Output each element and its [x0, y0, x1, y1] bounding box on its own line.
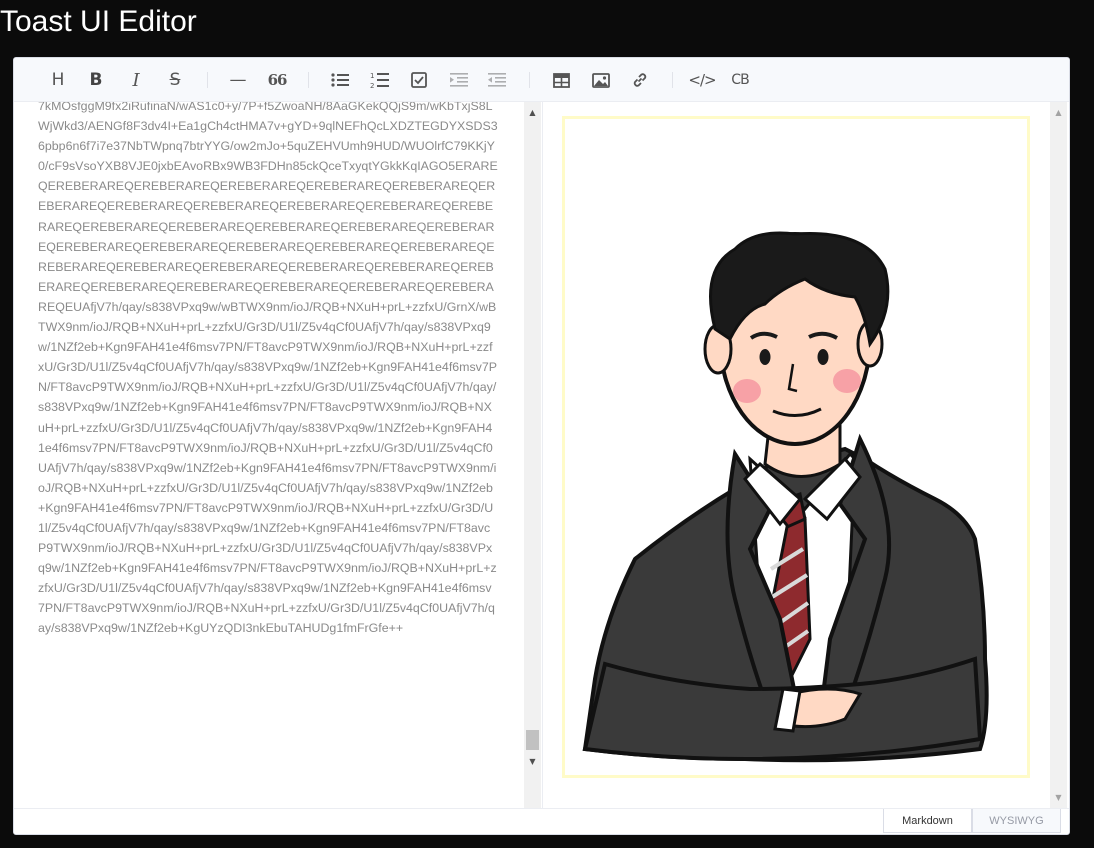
outdent-button[interactable] [483, 66, 511, 94]
scroll-down-arrow-icon[interactable]: ▼ [524, 753, 541, 770]
image-icon [592, 72, 610, 88]
code-icon: </> [688, 71, 716, 89]
scroll-up-arrow-icon[interactable]: ▲ [1050, 104, 1067, 121]
businessman-illustration [582, 231, 989, 763]
indent-button[interactable] [445, 66, 473, 94]
link-icon [633, 73, 647, 87]
codeblock-button[interactable]: CB [726, 66, 754, 94]
heading-button[interactable]: H [44, 66, 72, 94]
scroll-down-arrow-icon[interactable]: ▼ [1050, 789, 1067, 806]
toolbar-divider [308, 72, 309, 88]
toolbar-divider [672, 72, 673, 88]
indent-icon [450, 73, 468, 87]
toolbar-divider [529, 72, 530, 88]
italic-icon: I [132, 69, 140, 91]
link-button[interactable] [626, 66, 654, 94]
markdown-mode-tab[interactable]: Markdown [883, 809, 972, 833]
bullet-list-icon [331, 73, 349, 87]
preview-scrollbar[interactable]: ▲ ▼ [1050, 102, 1067, 808]
strike-icon: S [169, 70, 181, 90]
markdown-editor-pane[interactable]: 7kMOsfggM9fx2iRufinaN/wAS1c0+y/7P+f5Zwoa… [14, 102, 543, 808]
strike-button[interactable]: S [161, 66, 189, 94]
svg-text:2: 2 [370, 82, 374, 89]
editor-toolbar: H B I S — 66 1 2 </> CB [14, 58, 1069, 102]
task-list-icon [411, 72, 427, 88]
task-list-button[interactable] [405, 66, 433, 94]
quote-button[interactable]: 66 [263, 66, 291, 94]
horizontal-line-button[interactable]: — [224, 66, 252, 94]
preview-image [562, 116, 1030, 778]
bold-button[interactable]: B [82, 66, 110, 94]
page-title: Toast UI Editor [0, 5, 197, 38]
scroll-up-arrow-icon[interactable]: ▲ [524, 104, 541, 121]
markdown-preview-pane: ▲ ▼ [544, 102, 1069, 808]
italic-button[interactable]: I [122, 66, 150, 94]
wysiwyg-mode-tab[interactable]: WYSIWYG [972, 809, 1061, 833]
markdown-source-text[interactable]: 7kMOsfggM9fx2iRufinaN/wAS1c0+y/7P+f5Zwoa… [38, 102, 498, 639]
table-icon [552, 72, 570, 88]
horizontal-line-icon: — [229, 70, 247, 90]
toast-ui-editor: H B I S — 66 1 2 </> CB 7kMOsfggM9fx2iRu… [13, 57, 1070, 835]
outdent-icon [488, 73, 506, 87]
bold-icon: B [89, 70, 103, 90]
code-button[interactable]: </> [688, 66, 716, 94]
svg-text:1: 1 [370, 72, 374, 80]
toolbar-divider [207, 72, 208, 88]
table-button[interactable] [547, 66, 575, 94]
ordered-list-icon: 1 2 [370, 72, 389, 89]
mode-switch-bar: Markdown WYSIWYG [14, 808, 1069, 834]
heading-icon: H [51, 70, 65, 90]
codeblock-icon: CB [731, 72, 749, 88]
markdown-scrollbar-thumb[interactable] [526, 730, 539, 750]
image-button[interactable] [587, 66, 615, 94]
bullet-list-button[interactable] [326, 66, 354, 94]
markdown-scrollbar[interactable]: ▲ ▼ [524, 102, 541, 808]
ordered-list-button[interactable]: 1 2 [365, 66, 393, 94]
quote-icon: 66 [267, 71, 288, 89]
